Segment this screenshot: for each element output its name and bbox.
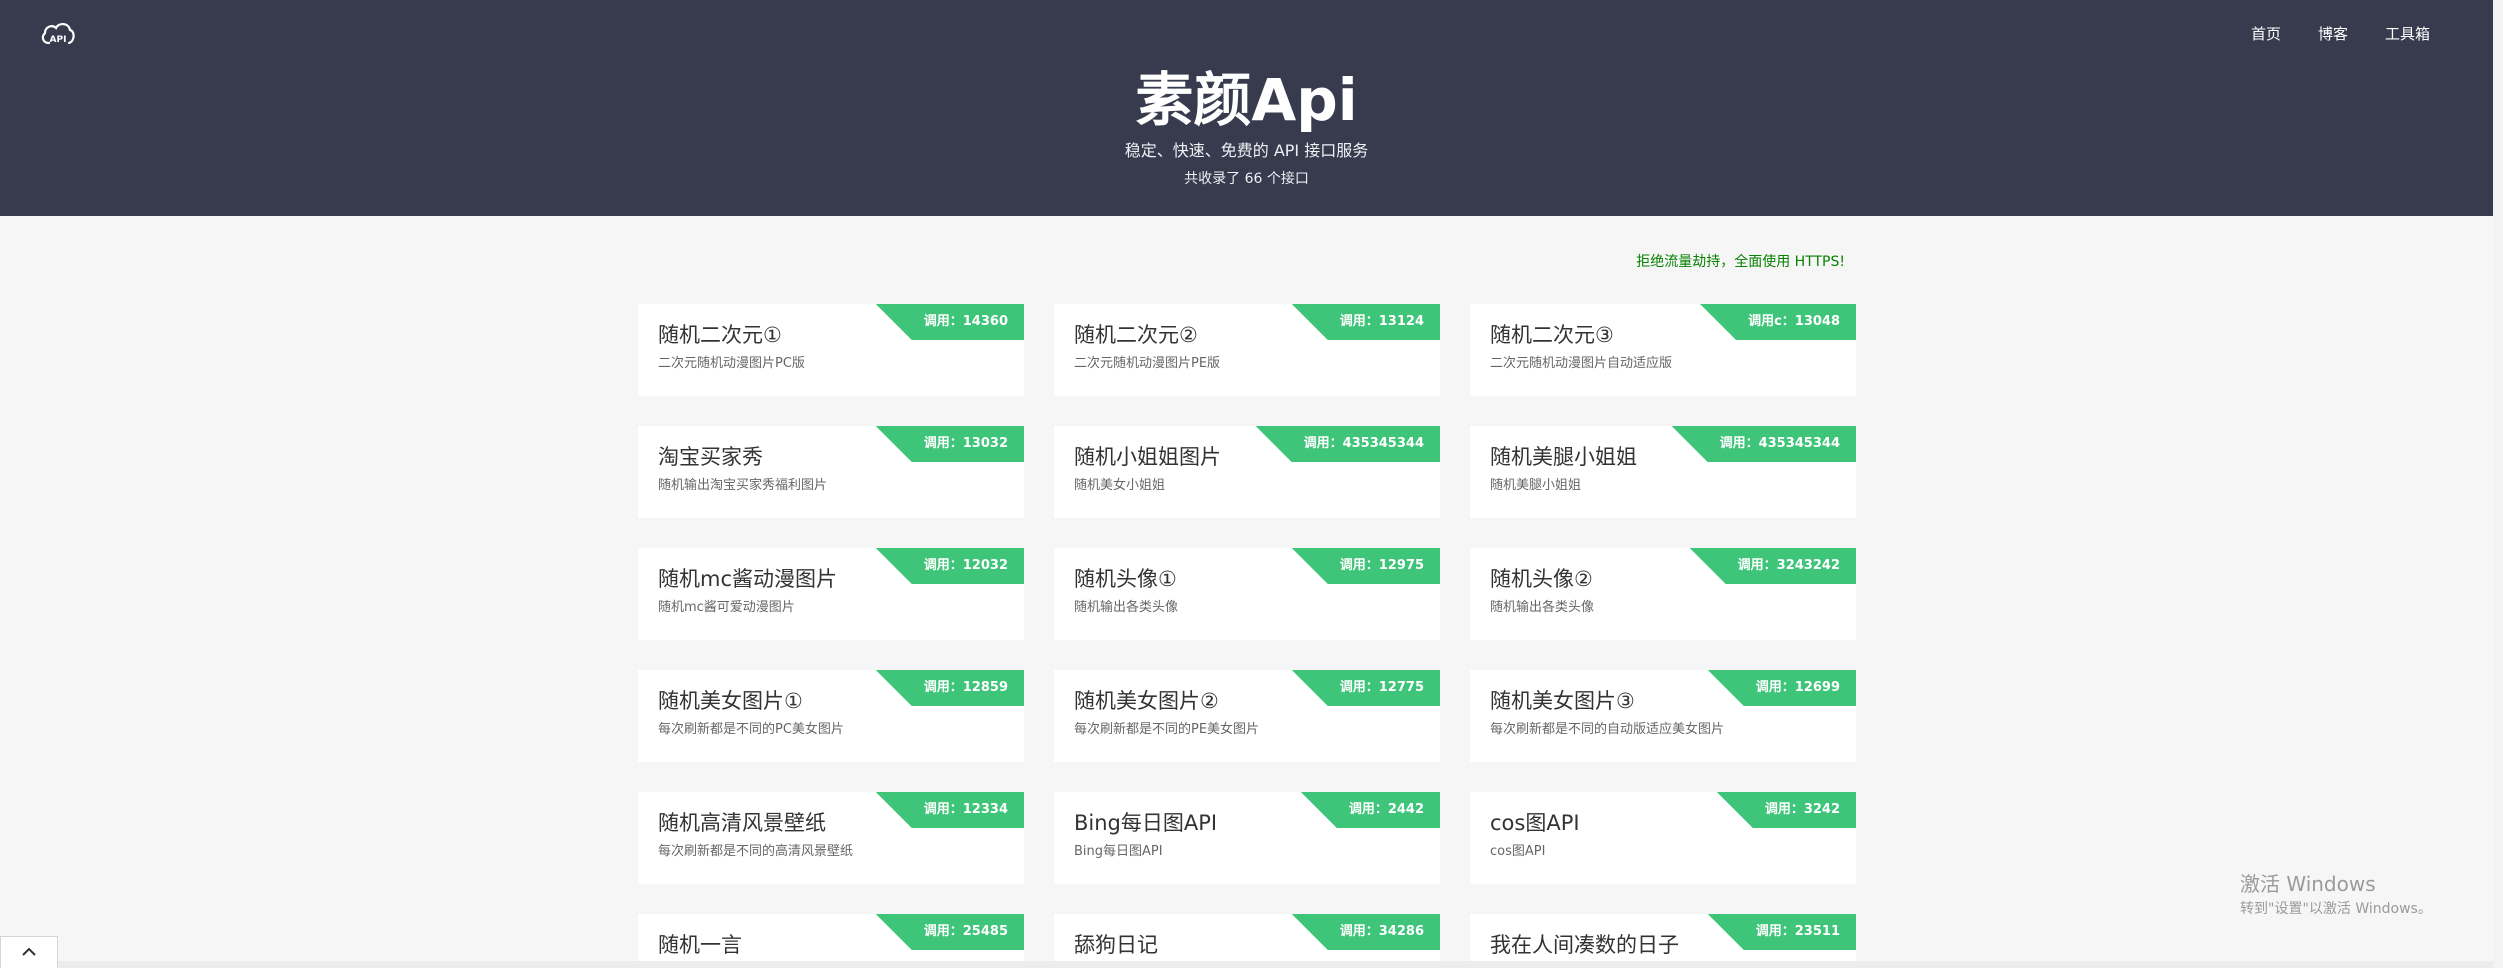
api-card[interactable]: 随机二次元③ 二次元随机动漫图片自动适应版 调用c：13048 — [1470, 304, 1856, 396]
api-card[interactable]: 随机头像① 随机输出各类头像 调用：12975 — [1054, 548, 1440, 640]
api-card-name: 随机小姐姐图片 — [1074, 445, 1221, 469]
api-card-name: 淘宝买家秀 — [658, 445, 763, 469]
api-call-count-badge: 调用c：13048 — [1700, 304, 1856, 340]
api-card-desc: 随机美腿小姐姐 — [1490, 478, 1582, 493]
api-card[interactable]: 随机二次元① 二次元随机动漫图片PC版 调用：14360 — [638, 304, 1024, 396]
nav-home-link[interactable]: 首页 — [2251, 24, 2281, 44]
api-card-desc: 随机输出各类头像 — [1490, 600, 1595, 615]
api-call-count-badge: 调用：12032 — [875, 548, 1024, 584]
api-cloud-logo-icon[interactable]: API — [40, 18, 76, 48]
api-card-name: 随机美女图片② — [1074, 689, 1219, 713]
api-card-name: 我在人间凑数的日子 — [1490, 933, 1679, 957]
api-card-desc: 每次刷新都是不同的PE美女图片 — [1074, 722, 1260, 737]
api-call-count-badge: 调用：12775 — [1291, 670, 1440, 706]
api-card-name: 随机美女图片① — [658, 689, 803, 713]
logo-text: API — [50, 35, 67, 45]
api-call-count-badge: 调用：435345344 — [1255, 426, 1440, 462]
right-scroll-edge — [2493, 0, 2503, 968]
api-card-name: 随机头像② — [1490, 567, 1593, 591]
api-call-count-badge: 调用：25485 — [875, 914, 1024, 950]
bottom-bar — [58, 961, 2493, 968]
api-card[interactable]: 我在人间凑数的日子 调用：23511 — [1470, 914, 1856, 968]
api-call-count-badge: 调用：2442 — [1300, 792, 1440, 828]
api-card[interactable]: 随机小姐姐图片 随机美女小姐姐 调用：435345344 — [1054, 426, 1440, 518]
api-card[interactable]: 随机二次元② 二次元随机动漫图片PE版 调用：13124 — [1054, 304, 1440, 396]
windows-activation-watermark: 激活 Windows 转到"设置"以激活 Windows。 — [2240, 870, 2432, 920]
nav-toolbox-link[interactable]: 工具箱 — [2385, 24, 2430, 44]
api-card-name: 舔狗日记 — [1074, 933, 1158, 957]
site-subtitle: 稳定、快速、免费的 API 接口服务 — [1124, 141, 1369, 160]
api-card-desc: 二次元随机动漫图片PE版 — [1074, 356, 1221, 371]
api-card-desc: Bing每日图API — [1074, 844, 1163, 859]
api-card-name: 随机美女图片③ — [1490, 689, 1635, 713]
site-header: API 首页 博客 工具箱 素颜Api 稳定、快速、免费的 API 接口服务 共… — [0, 0, 2493, 216]
api-card[interactable]: 随机美腿小姐姐 随机美腿小姐姐 调用：435345344 — [1470, 426, 1856, 518]
api-call-count-badge: 调用：12334 — [875, 792, 1024, 828]
api-call-count-badge: 调用：23511 — [1707, 914, 1856, 950]
api-card[interactable]: 淘宝买家秀 随机输出淘宝买家秀福利图片 调用：13032 — [638, 426, 1024, 518]
https-notice: 拒绝流量劫持，全面使用 HTTPS! — [1636, 254, 1845, 270]
api-card-name: 随机头像① — [1074, 567, 1177, 591]
api-card-name: 随机mc酱动漫图片 — [658, 567, 838, 591]
api-card[interactable]: 随机美女图片② 每次刷新都是不同的PE美女图片 调用：12775 — [1054, 670, 1440, 762]
api-call-count-badge: 调用：13124 — [1291, 304, 1440, 340]
api-card-desc: 二次元随机动漫图片PC版 — [658, 356, 805, 371]
nav-blog-link[interactable]: 博客 — [2318, 24, 2348, 44]
api-call-count-badge: 调用：12975 — [1291, 548, 1440, 584]
api-card-desc: 每次刷新都是不同的高清风景壁纸 — [658, 844, 854, 859]
api-card[interactable]: Bing每日图API Bing每日图API 调用：2442 — [1054, 792, 1440, 884]
api-card-desc: 每次刷新都是不同的自动版适应美女图片 — [1490, 722, 1725, 737]
api-call-count-badge: 调用：435345344 — [1671, 426, 1856, 462]
api-card[interactable]: 随机头像② 随机输出各类头像 调用：3243242 — [1470, 548, 1856, 640]
api-card-name: 随机二次元② — [1074, 323, 1198, 347]
api-card-desc: cos图API — [1490, 844, 1546, 859]
top-nav: 首页 博客 工具箱 — [2251, 24, 2430, 44]
api-call-count-badge: 调用：12699 — [1707, 670, 1856, 706]
page: API 首页 博客 工具箱 素颜Api 稳定、快速、免费的 API 接口服务 共… — [0, 0, 2503, 968]
api-call-count-badge: 调用：14360 — [875, 304, 1024, 340]
api-card-desc: 二次元随机动漫图片自动适应版 — [1490, 356, 1673, 371]
api-call-count-badge: 调用：34286 — [1291, 914, 1440, 950]
api-card[interactable]: 随机美女图片① 每次刷新都是不同的PC美女图片 调用：12859 — [638, 670, 1024, 762]
api-card-desc: 随机美女小姐姐 — [1074, 478, 1166, 493]
api-call-count-badge: 调用：12859 — [875, 670, 1024, 706]
api-card-desc: 随机mc酱可爱动漫图片 — [658, 600, 795, 615]
api-card[interactable]: 随机一言 调用：25485 — [638, 914, 1024, 968]
watermark-line-2: 转到"设置"以激活 Windows。 — [2240, 901, 2432, 917]
api-card[interactable]: 随机高清风景壁纸 每次刷新都是不同的高清风景壁纸 调用：12334 — [638, 792, 1024, 884]
api-call-count-badge: 调用：13032 — [875, 426, 1024, 462]
api-card-desc: 随机输出淘宝买家秀福利图片 — [658, 478, 828, 493]
api-call-count-badge: 调用：3243242 — [1689, 548, 1856, 584]
api-count: 共收录了 66 个接口 — [1184, 171, 1309, 187]
api-card[interactable]: cos图API cos图API 调用：3242 — [1470, 792, 1856, 884]
site-title: 素颜Api — [1135, 66, 1358, 134]
api-card[interactable]: 随机美女图片③ 每次刷新都是不同的自动版适应美女图片 调用：12699 — [1470, 670, 1856, 762]
api-card-name: 随机高清风景壁纸 — [658, 811, 826, 835]
api-card-desc: 随机输出各类头像 — [1074, 600, 1179, 615]
api-card-name: 随机一言 — [658, 933, 742, 957]
api-card[interactable]: 随机mc酱动漫图片 随机mc酱可爱动漫图片 调用：12032 — [638, 548, 1024, 640]
api-call-count-badge: 调用：3242 — [1716, 792, 1856, 828]
api-card-name: 随机二次元① — [658, 323, 782, 347]
api-card-grid: 随机二次元① 二次元随机动漫图片PC版 调用：14360 随机二次元② 二次元随… — [638, 304, 1856, 968]
scroll-top-button[interactable] — [0, 936, 58, 968]
api-card-name: cos图API — [1490, 811, 1580, 835]
api-card-name: 随机美腿小姐姐 — [1490, 445, 1637, 469]
api-card-name: 随机二次元③ — [1490, 323, 1614, 347]
api-card[interactable]: 舔狗日记 调用：34286 — [1054, 914, 1440, 968]
watermark-line-1: 激活 Windows — [2240, 872, 2376, 896]
api-card-name: Bing每日图API — [1074, 811, 1218, 835]
chevron-up-icon — [20, 943, 38, 962]
api-card-desc: 每次刷新都是不同的PC美女图片 — [658, 722, 844, 737]
